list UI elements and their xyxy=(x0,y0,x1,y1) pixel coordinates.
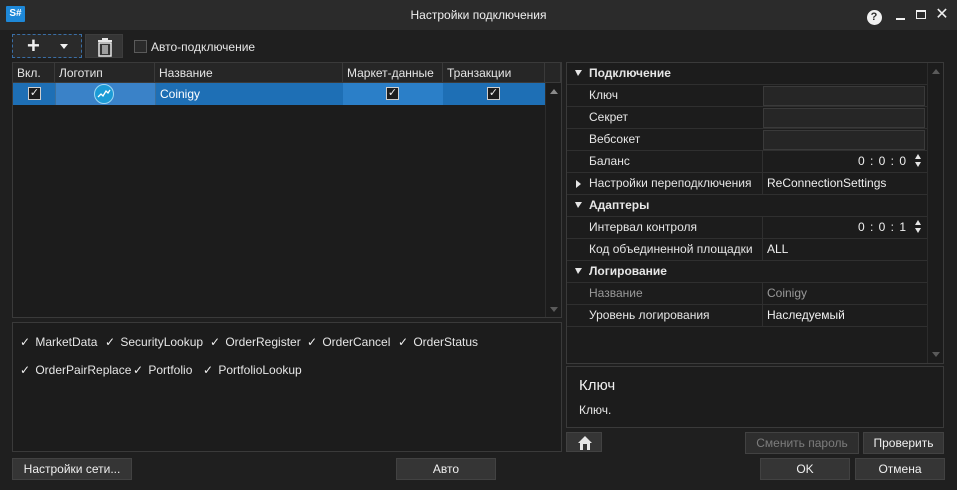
property-secret[interactable]: Секрет xyxy=(567,107,927,129)
column-header-spacer xyxy=(545,63,561,83)
row-name: Coinigy xyxy=(160,87,201,101)
help-icon[interactable]: ? xyxy=(864,5,884,25)
scroll-down-icon[interactable] xyxy=(932,352,940,357)
cell-divider xyxy=(55,83,56,105)
property-board-code[interactable]: Код объединенной площадки ALL xyxy=(567,239,927,261)
category-adapters[interactable]: Адаптеры xyxy=(567,195,927,217)
auto-connect-label: Авто-подключение xyxy=(151,40,256,54)
column-header-name[interactable]: Название xyxy=(155,63,343,83)
plus-icon: + xyxy=(27,33,40,58)
column-header-market-data[interactable]: Маркет-данные xyxy=(343,63,443,83)
description-title: Ключ xyxy=(579,377,616,394)
collapse-icon[interactable] xyxy=(575,70,582,76)
auto-connect-checkbox[interactable] xyxy=(134,40,147,53)
collapse-icon[interactable] xyxy=(575,268,582,274)
coinigy-logo-icon xyxy=(94,84,114,104)
property-reconnection[interactable]: Настройки переподключения ReConnectionSe… xyxy=(567,173,927,195)
message-type-checkbox[interactable]: ✓ OrderStatus xyxy=(398,334,478,350)
property-balance[interactable]: Баланс 0 : 0 : 0 xyxy=(567,151,927,173)
category-logging[interactable]: Логирование xyxy=(567,261,927,283)
spin-icon[interactable] xyxy=(915,154,921,170)
home-icon xyxy=(578,436,592,450)
message-type-checkbox[interactable]: ✓ PortfolioLookup xyxy=(203,362,302,378)
property-websocket[interactable]: Вебсокет xyxy=(567,129,927,151)
key-input[interactable] xyxy=(763,86,925,106)
row-market-data-checkbox[interactable]: ✓ xyxy=(386,87,399,100)
connections-grid: Вкл. Логотип Название Маркет-данные Тран… xyxy=(12,62,562,318)
property-log-name: Название Coinigy xyxy=(567,283,927,305)
row-logo-cell xyxy=(55,83,155,105)
message-type-checkbox[interactable]: ✓ MarketData xyxy=(20,334,97,350)
title-bar: S# Настройки подключения ? ✕ xyxy=(0,0,957,30)
table-row[interactable]: ✓ Coinigy ✓ ✓ xyxy=(13,83,545,105)
message-type-checkbox[interactable]: ✓ OrderCancel xyxy=(307,334,390,350)
cell-divider xyxy=(155,83,156,105)
message-type-checkbox[interactable]: ✓ SecurityLookup xyxy=(105,334,203,350)
auto-button[interactable]: Авто xyxy=(396,458,496,480)
column-header-logo[interactable]: Логотип xyxy=(55,63,155,83)
property-scrollbar[interactable] xyxy=(927,63,943,363)
message-type-checkbox[interactable]: ✓ Portfolio xyxy=(133,362,192,378)
home-button[interactable] xyxy=(566,432,602,452)
log-level-select[interactable]: Наследуемый xyxy=(762,305,927,327)
delete-connection-button[interactable] xyxy=(85,34,123,58)
grid-scrollbar[interactable] xyxy=(545,83,561,317)
description-text: Ключ. xyxy=(579,403,612,417)
property-grid: Подключение Ключ Секрет Вебсокет Баланс … xyxy=(566,62,944,364)
message-types-panel: ✓ MarketData ✓ SecurityLookup ✓ OrderReg… xyxy=(12,322,562,452)
window-title: Настройки подключения xyxy=(410,8,547,22)
minimize-icon[interactable] xyxy=(890,5,910,25)
spin-icon[interactable] xyxy=(915,220,921,236)
row-transactions-checkbox[interactable]: ✓ xyxy=(487,87,500,100)
check-button[interactable]: Проверить xyxy=(863,432,944,454)
scroll-up-icon[interactable] xyxy=(932,69,940,74)
cancel-button[interactable]: Отмена xyxy=(855,458,945,480)
property-log-level[interactable]: Уровень логирования Наследуемый xyxy=(567,305,927,327)
maximize-icon[interactable] xyxy=(911,5,931,25)
ok-button[interactable]: OK xyxy=(760,458,850,480)
close-icon[interactable]: ✕ xyxy=(932,5,952,25)
interval-input[interactable]: 0 : 0 : 1 xyxy=(762,217,927,239)
column-header-enabled[interactable]: Вкл. xyxy=(13,63,55,83)
add-connection-button[interactable]: + xyxy=(12,34,82,58)
chevron-down-icon[interactable] xyxy=(60,44,68,49)
property-key[interactable]: Ключ xyxy=(567,85,927,107)
property-description: Ключ Ключ. xyxy=(566,366,944,428)
message-type-checkbox[interactable]: ✓ OrderRegister xyxy=(210,334,301,350)
column-header-transactions[interactable]: Транзакции xyxy=(443,63,545,83)
secret-input[interactable] xyxy=(763,108,925,128)
collapse-icon[interactable] xyxy=(575,202,582,208)
network-settings-button[interactable]: Настройки сети... xyxy=(12,458,132,480)
scroll-up-icon[interactable] xyxy=(550,89,558,94)
category-connection[interactable]: Подключение xyxy=(567,63,927,85)
scroll-down-icon[interactable] xyxy=(550,307,558,312)
row-enabled-checkbox[interactable]: ✓ xyxy=(28,87,41,100)
balance-input[interactable]: 0 : 0 : 0 xyxy=(762,151,927,173)
message-type-checkbox[interactable]: ✓ OrderPairReplace xyxy=(20,362,131,378)
websocket-input[interactable] xyxy=(763,130,925,150)
property-interval[interactable]: Интервал контроля 0 : 0 : 1 xyxy=(567,217,927,239)
trash-icon xyxy=(98,38,112,57)
expand-icon[interactable] xyxy=(576,180,581,188)
row-market-data-cell: ✓ xyxy=(343,83,443,105)
change-password-button[interactable]: Сменить пароль xyxy=(745,432,859,454)
